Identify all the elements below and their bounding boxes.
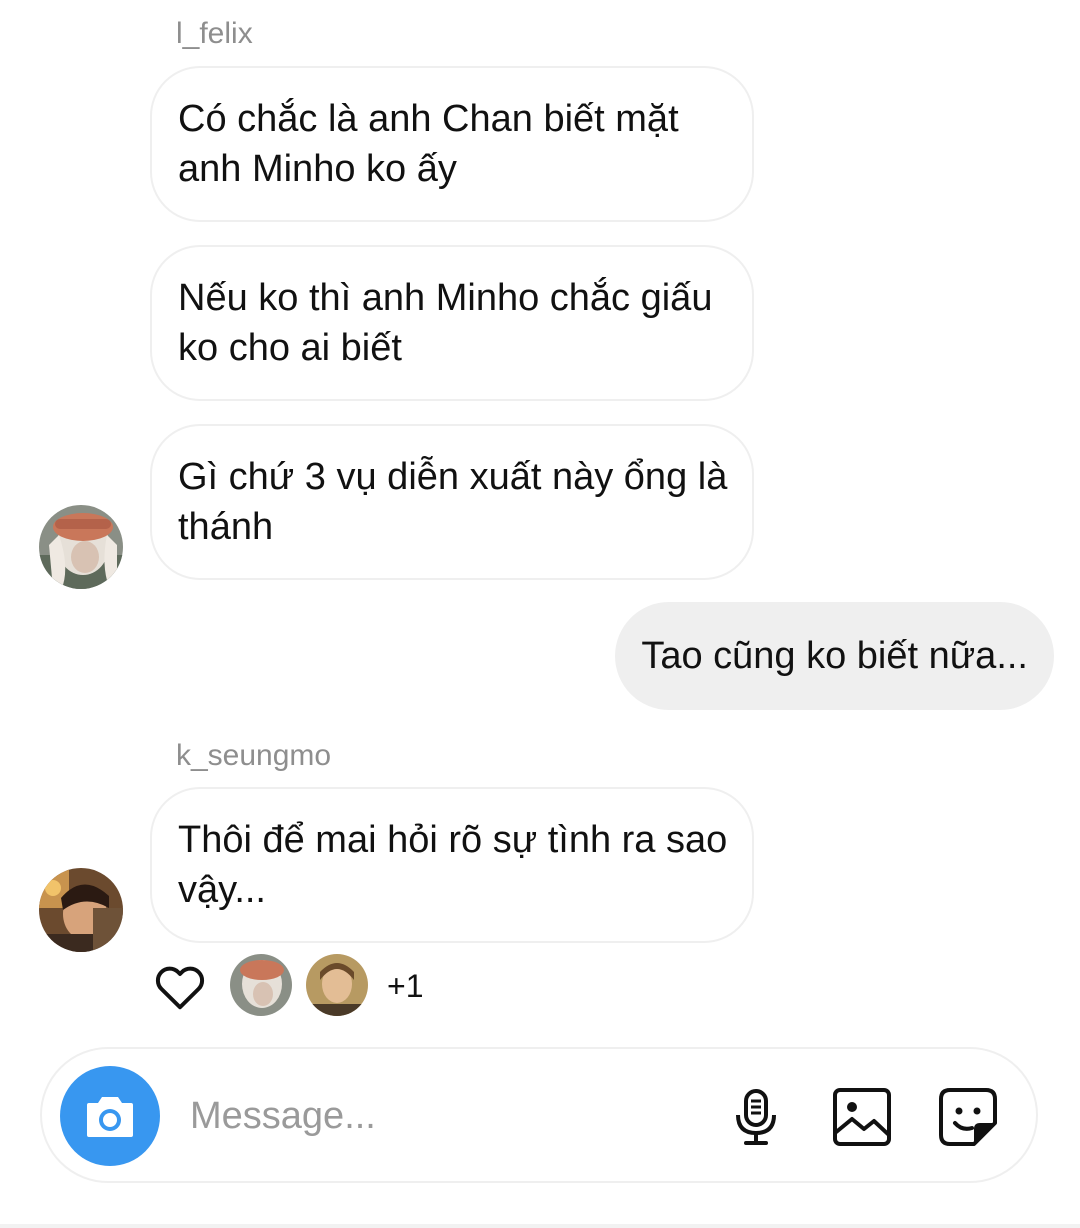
sticker-button[interactable] [936,1085,1000,1149]
outgoing-message-bubble[interactable]: Tao cũng ko biết nữa... [615,602,1054,710]
camera-icon [87,1097,133,1137]
reaction-avatar[interactable] [230,954,292,1016]
microphone-icon [736,1089,776,1145]
incoming-message-bubble[interactable]: Nếu ko thì anh Minho chắc giấu ko cho ai… [150,245,754,401]
gallery-button[interactable] [830,1085,894,1149]
avatar[interactable] [39,505,123,589]
sender-name-seungmo: k_seungmo [176,739,332,772]
incoming-message-bubble[interactable]: Thôi để mai hỏi rõ sự tình ra sao vậy... [150,787,754,943]
divider [0,1224,1080,1228]
gallery-icon [833,1088,891,1146]
camera-button[interactable] [60,1066,160,1166]
message-composer [40,1047,1038,1183]
avatar[interactable] [39,868,123,952]
message-input[interactable] [190,1089,710,1143]
sender-name-felix: l_felix [176,17,253,50]
reaction-avatar[interactable] [306,954,368,1016]
incoming-message-bubble[interactable]: Gì chứ 3 vụ diễn xuất này ổng là thánh [150,424,754,580]
incoming-message-bubble[interactable]: Có chắc là anh Chan biết mặt anh Minho k… [150,66,754,222]
sticker-icon [939,1088,997,1146]
heart-outline-icon[interactable] [150,956,210,1016]
reaction-count[interactable]: +1 [387,966,423,1006]
microphone-button[interactable] [724,1085,788,1149]
